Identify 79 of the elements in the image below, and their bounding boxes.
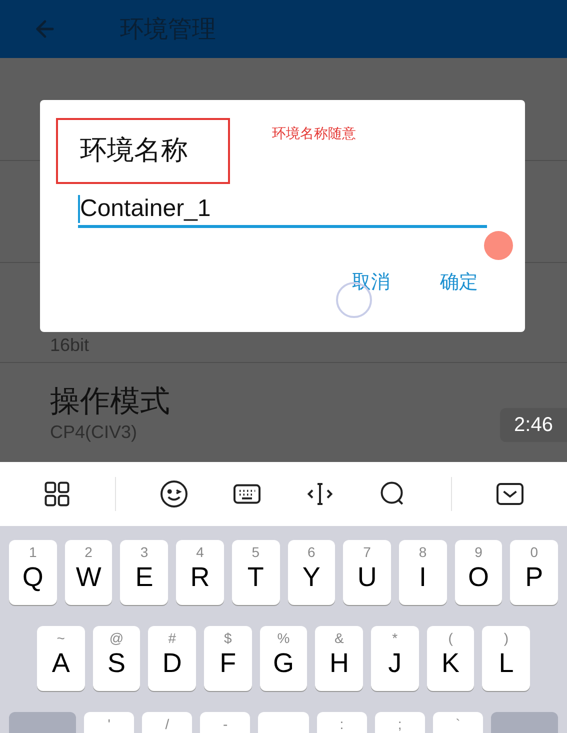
key-hint: 8: [418, 543, 427, 561]
keyboard-key[interactable]: @ S: [92, 626, 140, 691]
keyboard-key[interactable]: 0 P: [510, 540, 558, 605]
key-label: F: [220, 647, 236, 679]
key-hint: 0: [530, 543, 538, 561]
key-label: S: [108, 647, 126, 679]
keyboard-key[interactable]: 9 O: [454, 540, 502, 605]
apps-grid-icon[interactable]: [42, 479, 72, 509]
key-hint: 3: [140, 543, 148, 561]
keyboard-key[interactable]: ~ A: [37, 626, 85, 691]
key-label: A: [52, 647, 70, 679]
keyboard-key[interactable]: -: [200, 712, 250, 733]
key-hint: 4: [196, 543, 204, 561]
name-input[interactable]: Container_1: [78, 192, 487, 228]
keyboard-key[interactable]: 1 Q: [9, 540, 57, 605]
keyboard-key[interactable]: ;: [374, 712, 425, 733]
key-label: O: [468, 561, 489, 593]
key-label: U: [357, 561, 377, 593]
key-label: E: [135, 561, 154, 593]
key-hint: %: [277, 629, 290, 647]
keyboard-key[interactable]: $ F: [204, 626, 252, 691]
key-hint: *: [392, 629, 398, 647]
dialog-title: 环境名称: [80, 134, 188, 168]
keyboard-key[interactable]: 7 U: [343, 540, 391, 605]
key-hint: &: [334, 629, 344, 647]
keyboard-key[interactable]: 2 W: [64, 540, 112, 605]
key-hint: (: [448, 629, 453, 647]
setting-title: 操作模式: [50, 382, 171, 420]
key-hint: #: [168, 629, 176, 647]
touch-indicator: [484, 231, 513, 260]
key-hint: 5: [252, 543, 260, 561]
keyboard-key[interactable]: % G: [260, 626, 308, 691]
key-hint: `: [456, 715, 460, 733]
keyboard-key[interactable]: :: [316, 712, 367, 733]
input-value: Container_1: [80, 194, 211, 224]
key-label: D: [162, 647, 182, 679]
keyboard-key[interactable]: 5 T: [232, 540, 280, 605]
key-hint: 7: [363, 543, 371, 561]
keyboard-key[interactable]: `: [432, 712, 483, 733]
keyboard-key[interactable]: * J: [371, 626, 419, 691]
key-hint: ': [108, 715, 110, 733]
key-label: P: [525, 561, 544, 593]
key-hint: 6: [307, 543, 316, 561]
key-hint: 2: [84, 543, 92, 561]
key-hint: -: [223, 715, 228, 733]
key-hint: 1: [28, 543, 37, 561]
key-hint: 9: [474, 543, 482, 561]
key-label: J: [388, 647, 402, 679]
keyboard-key[interactable]: 3 E: [120, 540, 168, 605]
keyboard-key[interactable]: # D: [148, 626, 196, 691]
key-label: G: [273, 647, 294, 679]
key-hint: ;: [398, 715, 402, 733]
keyboard-key[interactable]: 6 Y: [288, 540, 336, 605]
wink-emoji-icon[interactable]: [158, 479, 189, 509]
key-hint: :: [340, 715, 344, 733]
key-label: R: [190, 561, 210, 593]
key-label: L: [498, 647, 514, 679]
keyboard-key[interactable]: & H: [315, 626, 364, 691]
keyboard-key[interactable]: 8 I: [398, 540, 447, 605]
keyboard-key[interactable]: 4 R: [176, 540, 224, 605]
key-hint: ): [504, 629, 509, 647]
key-label: Q: [22, 561, 44, 593]
keyboard-key[interactable]: ': [84, 712, 134, 733]
key-label: Y: [302, 561, 320, 593]
keyboard-key[interactable]: ) L: [482, 626, 530, 691]
key-label: W: [76, 561, 102, 593]
key-label: I: [419, 561, 427, 593]
key-label: K: [442, 647, 460, 679]
dialog-button[interactable]: 确定: [440, 268, 478, 296]
key-hint: /: [165, 715, 170, 733]
keyboard-key[interactable]: /: [142, 712, 192, 733]
keyboard-key[interactable]: ( K: [426, 626, 474, 691]
key-label: T: [247, 561, 264, 593]
annotation-note: 环境名称随意: [272, 125, 356, 144]
key-label: H: [329, 647, 349, 679]
key-hint: @: [109, 629, 124, 647]
video-time-badge: 2:46: [500, 408, 567, 442]
key-hint: ~: [56, 629, 65, 647]
key-hint: $: [224, 629, 232, 647]
